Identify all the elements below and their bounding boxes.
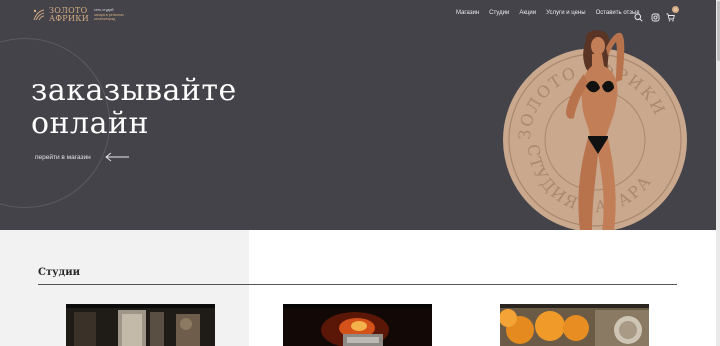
logo-tagline: сеть студий загара в регионах калинингра… [94,8,130,21]
search-button[interactable] [634,9,643,22]
studios-section: Студии [0,230,716,346]
hero-title: заказывайте онлайн [31,74,237,140]
page-scrollbar[interactable] [716,0,720,346]
arrow-left-icon [105,152,129,162]
studio-card-3[interactable] [500,304,649,346]
logo-text: ЗОЛОТО АФРИКИ [49,7,89,23]
studio-photo-3 [500,304,649,346]
hero-title-line-1: заказывайте [31,73,237,108]
cart-icon [666,13,675,22]
tagline-line-3: калининград [94,17,116,22]
search-icon [634,13,643,22]
nav-item-services-prices[interactable]: Услуги и цены [546,10,585,16]
studio-photo-1 [66,304,215,346]
go-to-shop-link[interactable]: перейти в магазин [35,152,130,162]
nav-item-studios[interactable]: Студии [489,10,509,16]
instagram-button[interactable] [651,9,660,22]
studios-section-title: Студии [38,267,81,278]
model-photo [566,30,625,230]
go-to-shop-label: перейти в магазин [35,153,91,161]
cart-count-badge: 0 [672,6,679,13]
instagram-icon [651,13,660,22]
logo-icon [33,9,45,21]
studio-card-1[interactable] [66,304,215,346]
studio-photo-2 [283,304,432,346]
hero-title-line-2: онлайн [31,106,149,141]
nav-item-leave-review[interactable]: Оставить отзыв [596,10,640,16]
hero-banner: ЗОЛОТО АФРИКИ сеть студий загара в регио… [0,0,716,230]
main-nav: Магазин Студии Акции Услуги и цены Остав… [456,10,640,16]
section-divider [38,284,677,285]
logo-line-2: АФРИКИ [49,14,90,23]
scrollbar-thumb[interactable] [716,1,720,61]
cart-button[interactable]: 0 [666,6,679,22]
logo[interactable]: ЗОЛОТО АФРИКИ сеть студий загара в регио… [32,7,130,23]
nav-item-shop[interactable]: Магазин [456,10,479,16]
nav-item-promotions[interactable]: Акции [519,10,536,16]
studio-card-2[interactable] [283,304,432,346]
